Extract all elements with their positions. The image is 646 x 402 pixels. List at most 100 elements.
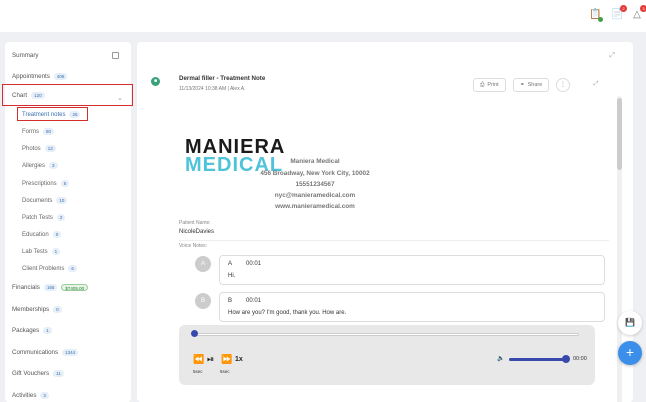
print-label: Print xyxy=(487,82,499,88)
share-icon: ⚭ xyxy=(520,82,525,88)
sidebar-item-allergies[interactable]: Allergies 3 xyxy=(22,162,58,169)
count-badge: 0 xyxy=(53,306,62,313)
tasks-status-dot xyxy=(598,17,603,22)
speaker-label: A xyxy=(228,261,233,267)
expand-icon[interactable]: ⤢ xyxy=(609,52,615,60)
sidebar-item-label: Summary xyxy=(12,52,39,59)
grid-icon[interactable] xyxy=(112,52,119,59)
sidebar-item-label: Financials xyxy=(12,284,40,291)
sidebar-item-label: Patch Tests xyxy=(22,214,53,221)
sidebar-item-prescriptions[interactable]: Prescriptions 5 xyxy=(22,180,70,187)
count-badge: 80 xyxy=(43,128,55,135)
forward-icon[interactable]: ⏩ xyxy=(221,354,232,365)
voice-note-bubble: A 00:01 Hi. xyxy=(219,255,605,285)
patient-name-value: NicoleDavies xyxy=(179,229,215,235)
sidebar-item-packages[interactable]: Packages 1 xyxy=(12,327,52,334)
sidebar-item-gift-vouchers[interactable]: Gift Vouchers 11 xyxy=(12,370,64,377)
count-badge: 2 xyxy=(56,214,66,221)
sidebar-item-label: Chart xyxy=(12,92,28,99)
volume-icon[interactable]: 🔈 xyxy=(497,355,504,362)
chevron-down-icon[interactable]: ⌄ xyxy=(117,94,123,102)
count-badge: 5 xyxy=(60,180,70,187)
share-button[interactable]: ⚭ Share xyxy=(513,78,550,92)
count-badge: 1 xyxy=(51,248,61,255)
sidebar-item-treatment-notes[interactable]: Treatment notes 26 xyxy=(22,111,81,118)
sidebar-item-label: Lab Tests xyxy=(22,248,48,255)
sidebar-item-lab-tests[interactable]: Lab Tests 1 xyxy=(22,248,61,255)
seek-handle[interactable] xyxy=(191,330,198,337)
voice-notes-label: Voice Notes: xyxy=(179,243,208,249)
share-label: Share xyxy=(527,82,543,88)
audio-player: ⏪ 5sec ⏯ ⏩ 5sec 1x 🔈 00:00 xyxy=(179,325,595,385)
timestamp: 00:01 xyxy=(246,261,262,267)
sidebar-item-summary[interactable]: Summary xyxy=(12,52,38,59)
top-bar: 📋 📄 2 △ 3 xyxy=(0,0,646,32)
sidebar-item-label: Allergies xyxy=(22,162,46,169)
count-badge: 1344 xyxy=(62,349,79,356)
sidebar-item-activities[interactable]: Activities 3 xyxy=(12,392,49,399)
avatar: B xyxy=(195,293,211,309)
clinic-website: www.manieramedical.com xyxy=(275,203,355,210)
clinic-phone: 15551234567 xyxy=(295,181,335,188)
note-meta: 11/13/2024 10:38 AM | Alex A. xyxy=(179,86,246,92)
volume-slider[interactable] xyxy=(509,358,565,361)
count-badge: 10 xyxy=(56,197,68,204)
messages-icon[interactable]: 📄 2 xyxy=(611,5,627,21)
timestamp: 00:01 xyxy=(246,298,262,304)
clinic-name: Maniera Medical xyxy=(290,158,340,165)
count-badge: 13 xyxy=(44,145,56,152)
sidebar-item-label: Packages xyxy=(12,327,40,334)
note-title: Dermal filler - Treatment Note xyxy=(179,75,266,82)
volume-handle[interactable] xyxy=(562,355,570,363)
count-badge: 120 xyxy=(31,92,45,99)
sidebar-item-chart[interactable]: Chart 120 xyxy=(12,92,45,99)
sidebar-item-patch-tests[interactable]: Patch Tests 2 xyxy=(22,214,66,221)
sidebar-item-label: Forms xyxy=(22,128,39,135)
sidebar-item-financials[interactable]: Financials 165 $7405.00 xyxy=(12,284,89,291)
count-badge: 3 xyxy=(40,392,49,399)
clinic-email: nyc@manieramedical.com xyxy=(274,192,356,199)
sidebar-item-label: Prescriptions xyxy=(22,180,57,187)
sidebar-item-label: Communications xyxy=(12,349,59,356)
play-icon[interactable]: ⏯ xyxy=(207,354,214,365)
transcript-text: Hi. xyxy=(228,273,236,279)
sidebar-item-label: Appointments xyxy=(12,73,50,80)
printer-icon: ⎙ xyxy=(480,81,485,88)
sidebar-item-appointments[interactable]: Appointments 406 xyxy=(12,73,68,80)
sidebar-item-label: Gift Vouchers xyxy=(12,370,50,377)
count-badge: 11 xyxy=(53,370,64,377)
scrollbar-thumb[interactable] xyxy=(617,98,622,170)
sidebar-item-forms[interactable]: Forms 80 xyxy=(22,128,55,135)
speaker-label: B xyxy=(228,298,233,304)
count-badge: 0 xyxy=(52,231,62,238)
collapse-icon[interactable]: ⤢ xyxy=(589,78,603,92)
print-button[interactable]: ⎙ Print xyxy=(473,78,506,92)
sidebar-item-photos[interactable]: Photos 13 xyxy=(22,145,56,152)
seek-bar[interactable] xyxy=(193,333,579,336)
sidebar-item-documents[interactable]: Documents 10 xyxy=(22,197,68,204)
more-options-icon[interactable]: ⋮ xyxy=(556,78,570,92)
sidebar-item-client-problems[interactable]: Client Problems 6 xyxy=(22,265,77,272)
tasks-icon[interactable]: 📋 xyxy=(589,9,603,22)
count-badge: 165 xyxy=(43,284,58,291)
sidebar-item-memberships[interactable]: Memberships 0 xyxy=(12,306,62,313)
save-icon[interactable]: 💾 xyxy=(618,311,642,335)
sidebar-item-label: Treatment notes xyxy=(22,111,66,118)
rewind-icon[interactable]: ⏪ xyxy=(193,354,204,365)
rewind-label: 5sec xyxy=(193,369,203,374)
avatar: A xyxy=(195,256,211,272)
add-button[interactable]: + xyxy=(618,341,642,365)
patient-name-label: Patient Name: xyxy=(179,220,211,226)
transcript-text: How are you? I'm good, thank you. How ar… xyxy=(228,310,347,316)
count-badge: 406 xyxy=(53,73,68,80)
count-badge: 3 xyxy=(49,162,58,169)
playback-speed[interactable]: 1x xyxy=(235,356,243,363)
sidebar-item-education[interactable]: Education 0 xyxy=(22,231,62,238)
forward-label: 5sec xyxy=(220,369,230,374)
count-badge: 26 xyxy=(69,111,81,118)
clinic-address: 456 Broadway, New York City, 10002 xyxy=(260,170,370,177)
sidebar-item-communications[interactable]: Communications 1344 xyxy=(12,349,79,356)
treatment-note-panel: ⤢ ■ Dermal filler - Treatment Note 11/13… xyxy=(137,42,633,402)
count-badge: 6 xyxy=(68,265,77,272)
alerts-icon[interactable]: △ 3 xyxy=(631,5,646,21)
